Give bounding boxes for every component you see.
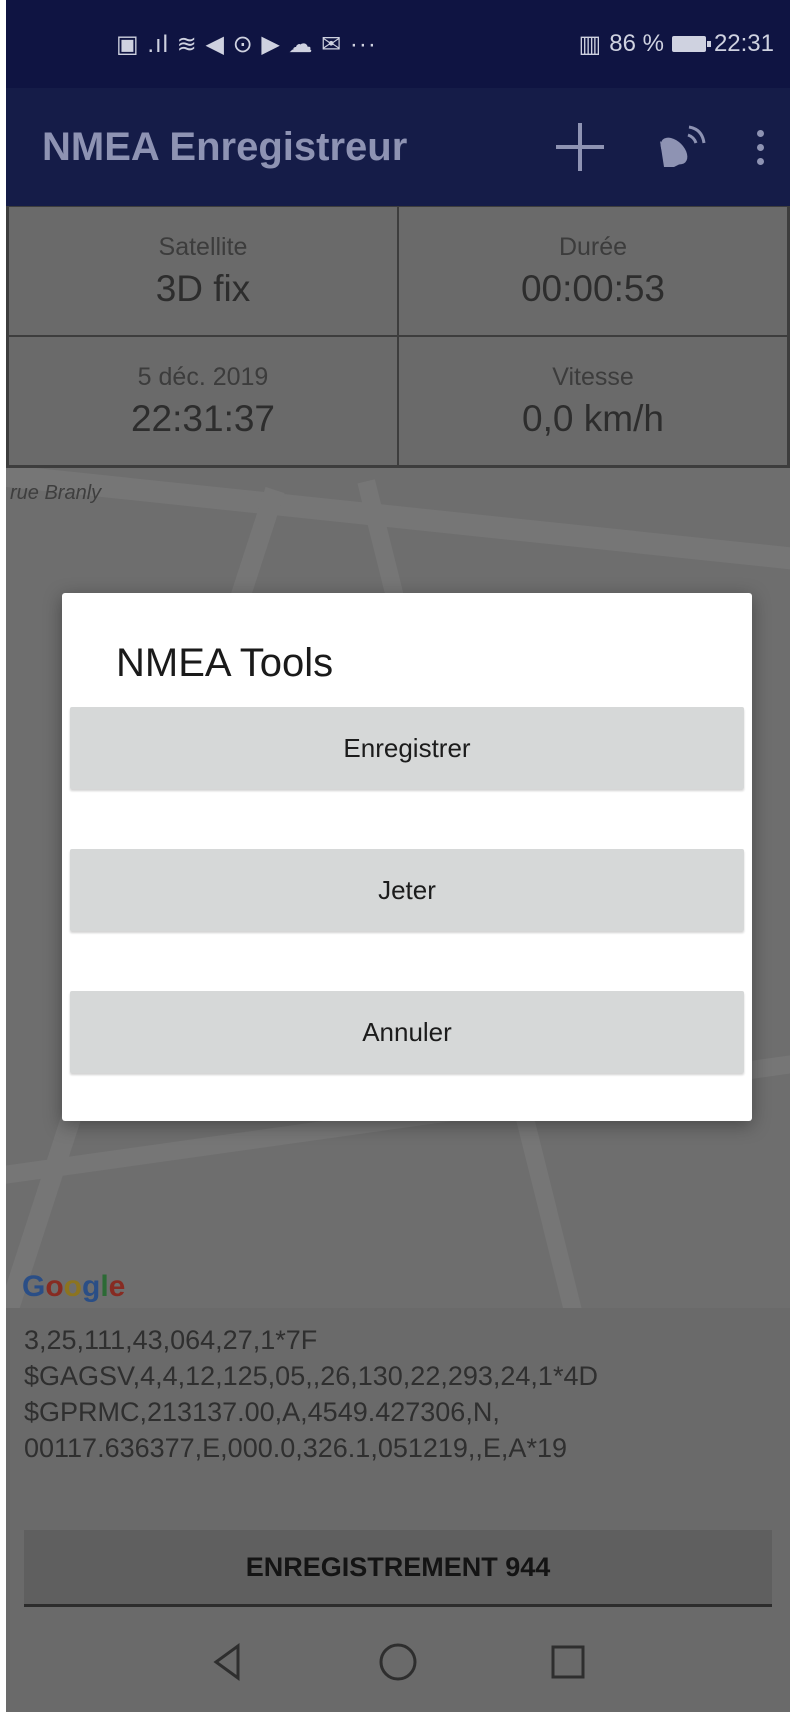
- back-icon[interactable]: [198, 1632, 258, 1692]
- recents-icon-svg: [551, 1645, 585, 1679]
- info-grid: Satellite 3D fix Durée 00:00:53 5 déc. 2…: [6, 206, 790, 468]
- log-line: $GAGSV,4,4,12,125,05,,26,130,22,293,24,1…: [24, 1361, 598, 1391]
- satellite-cell: Satellite 3D fix: [8, 206, 398, 336]
- home-icon[interactable]: [368, 1632, 428, 1692]
- navigation-bar: [6, 1612, 790, 1712]
- back-icon-svg: [213, 1643, 240, 1681]
- battery-icon: [671, 36, 711, 52]
- time-value: 22:31:37: [130, 397, 276, 439]
- notification-icons: ▣ .ıl ≋ ◀ ⊙ ▶ ☁ ✉ ···: [116, 30, 377, 58]
- log-line: 3,25,111,43,064,27,1*7F: [24, 1325, 318, 1355]
- status-bar: ▣ .ıl ≋ ◀ ⊙ ▶ ☁ ✉ ··· ▥ 86 % 22:31: [6, 0, 790, 88]
- speed-cell: Vitesse 0,0 km/h: [398, 336, 788, 466]
- date-label: 5 déc. 2019: [137, 362, 269, 391]
- cancel-button[interactable]: Annuler: [70, 991, 744, 1073]
- status-notification-icons: ▣ .ıl ≋ ◀ ⊙ ▶ ☁ ✉ ···: [116, 30, 377, 59]
- home-icon-svg: [379, 1643, 417, 1681]
- nmea-log: 3,25,111,43,064,27,1*7F $GAGSV,4,4,12,12…: [6, 1308, 790, 1520]
- date-cell: 5 déc. 2019 22:31:37: [8, 336, 398, 466]
- satellite-label: Satellite: [158, 232, 248, 261]
- dialog-title: NMEA Tools: [116, 641, 334, 685]
- battery-percent: 86 %: [609, 30, 664, 57]
- google-logo: Google: [22, 1270, 126, 1303]
- map-road: [6, 468, 790, 577]
- more-vert-icon[interactable]: [730, 129, 790, 165]
- log-line: $GPRMC,213137.00,A,4549.427306,N,: [24, 1397, 500, 1427]
- app-bar: NMEA Enregistreur: [6, 88, 790, 206]
- satellite-value: 3D fix: [155, 267, 251, 309]
- street-label: rue Branly: [10, 482, 102, 504]
- duration-cell: Durée 00:00:53: [398, 206, 788, 336]
- nmea-tools-dialog: NMEA Tools Enregistrer Jeter Annuler: [62, 593, 752, 1121]
- log-line: 00117.636377,E,000.0,326.1,051219,,E,A*1…: [24, 1433, 567, 1463]
- status-right-group: ▥ 86 % 22:31: [579, 30, 774, 59]
- satellite-dish-icon[interactable]: [630, 119, 730, 175]
- duration-label: Durée: [558, 232, 628, 261]
- speed-value: 0,0 km/h: [522, 397, 664, 439]
- record-button[interactable]: ENREGISTREMENT 944: [24, 1530, 772, 1604]
- recents-icon[interactable]: [538, 1632, 598, 1692]
- satellite-dish-svg: [660, 125, 706, 167]
- speed-label: Vitesse: [552, 362, 634, 391]
- sim-icon: ▥: [578, 30, 602, 58]
- discard-button[interactable]: Jeter: [70, 849, 744, 931]
- record-area: ENREGISTREMENT 944: [6, 1520, 790, 1612]
- plus-icon[interactable]: [530, 121, 630, 173]
- duration-value: 00:00:53: [520, 267, 666, 309]
- app-title: NMEA Enregistreur: [42, 124, 408, 169]
- save-button[interactable]: Enregistrer: [70, 707, 744, 789]
- clock: 22:31: [713, 30, 774, 57]
- plus-icon-svg: [556, 123, 604, 171]
